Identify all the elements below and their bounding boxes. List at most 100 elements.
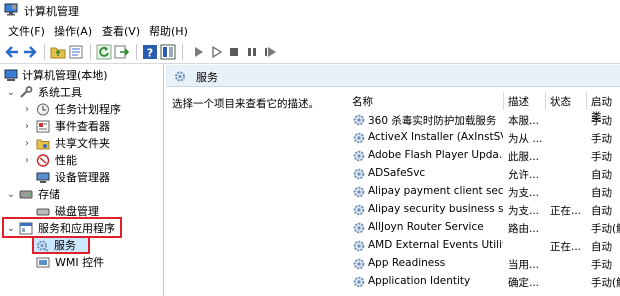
service-description: 确定... xyxy=(508,277,540,289)
export-icon[interactable] xyxy=(114,44,130,60)
service-gear-icon xyxy=(352,257,366,271)
tools-icon xyxy=(19,86,33,99)
menu-help[interactable]: 帮助(H) xyxy=(149,23,188,39)
column-header-status[interactable]: 状态 xyxy=(550,94,571,110)
chevron-down-icon[interactable]: ⌄ xyxy=(6,84,16,101)
menu-file[interactable]: 文件(F) xyxy=(8,23,45,39)
back-arrow-icon[interactable] xyxy=(4,44,20,60)
menu-action[interactable]: 操作(A) xyxy=(54,23,92,39)
service-row[interactable]: ADSafeSvc 允许... 自动 xyxy=(350,165,620,183)
tree-item-shared-folders[interactable]: › 共享文件夹 xyxy=(0,135,163,152)
service-name: AllJoyn Router Service xyxy=(368,221,484,233)
service-startup-type: 手动 xyxy=(591,259,612,271)
tree-label: 性能 xyxy=(55,154,77,167)
service-name: Alipay payment client sec... xyxy=(368,185,503,197)
service-row[interactable]: ActiveX Installer (AxInstSV) 为从 ... 手动 xyxy=(350,129,620,147)
service-name: Application Identity xyxy=(368,275,471,287)
service-name: ActiveX Installer (AxInstSV) xyxy=(368,131,503,143)
service-startup-type: 自动 xyxy=(591,241,612,253)
service-name: AMD External Events Utility xyxy=(368,239,503,251)
pane-title: 服务 xyxy=(196,71,218,84)
tree-item-event-viewer[interactable]: › 事件查看器 xyxy=(0,118,163,135)
service-row[interactable]: Application Identity 确定... 手动(触 xyxy=(350,273,620,291)
service-row[interactable]: App Readiness 当用... 手动 xyxy=(350,255,620,273)
service-gear-icon xyxy=(352,275,366,289)
tree-item-device-manager[interactable]: 设备管理器 xyxy=(0,169,163,186)
tree-label: 任务计划程序 xyxy=(55,103,121,116)
description-text: 选择一个项目来查看它的描述。 xyxy=(172,98,319,110)
service-row[interactable]: Alipay payment client sec... 为支... 自动 xyxy=(350,183,620,201)
tree-item-root[interactable]: 计算机管理(本地) xyxy=(0,67,163,84)
toolbar-separator xyxy=(182,44,183,60)
column-header-description[interactable]: 描述 xyxy=(508,94,529,110)
show-hide-icon[interactable] xyxy=(160,44,176,60)
service-gear-icon xyxy=(352,185,366,199)
column-divider[interactable] xyxy=(503,92,504,110)
service-startup-type: 手动(触 xyxy=(591,277,620,289)
chevron-right-icon[interactable]: › xyxy=(22,101,32,118)
menu-view[interactable]: 查看(V) xyxy=(102,23,140,39)
service-row[interactable]: AllJoyn Router Service 路由... 手动(触 xyxy=(350,219,620,237)
computer-management-icon xyxy=(4,3,18,16)
navigation-tree: 计算机管理(本地) ⌄ 系统工具 › 任务计划程序 › 事件查看器 › 共享文件… xyxy=(0,65,164,296)
column-divider[interactable] xyxy=(545,92,546,110)
service-name: App Readiness xyxy=(368,257,446,269)
service-description: 本服... xyxy=(508,115,540,127)
tree-label: 事件查看器 xyxy=(55,120,110,133)
chevron-right-icon[interactable]: › xyxy=(22,152,32,169)
column-divider[interactable] xyxy=(586,92,587,110)
chevron-right-icon[interactable]: › xyxy=(22,135,32,152)
service-row[interactable]: 360 杀毒实时防护加载服务 本服... 手动 xyxy=(350,111,620,129)
help-icon[interactable]: ? xyxy=(142,44,158,60)
service-startup-type: 手动 xyxy=(591,151,612,163)
service-row[interactable]: Adobe Flash Player Upda... 此服... 手动 xyxy=(350,147,620,165)
column-header-startup[interactable]: 启动类 xyxy=(591,94,620,123)
tree-label: 设备管理器 xyxy=(55,171,110,184)
service-description: 当用... xyxy=(508,259,540,271)
forward-arrow-icon[interactable] xyxy=(22,44,38,60)
menu-bar: 文件(F) 操作(A) 查看(V) 帮助(H) xyxy=(0,20,620,40)
service-startup-type: 自动 xyxy=(591,169,612,181)
service-name: Alipay security business s... xyxy=(368,203,503,215)
play-outline-icon[interactable] xyxy=(208,44,224,60)
service-gear-icon xyxy=(352,113,366,127)
column-header-name[interactable]: 名称 xyxy=(352,94,373,110)
services-gear-icon xyxy=(174,70,188,83)
tree-item-task-scheduler[interactable]: › 任务计划程序 xyxy=(0,101,163,118)
performance-icon xyxy=(36,154,50,167)
tree-item-performance[interactable]: › 性能 xyxy=(0,152,163,169)
service-row[interactable]: AMD External Events Utility 正在... 自动 xyxy=(350,237,620,255)
play-icon[interactable] xyxy=(190,44,206,60)
service-startup-type: 手动 xyxy=(591,115,612,127)
service-name: ADSafeSvc xyxy=(368,167,426,179)
tree-item-system-tools[interactable]: ⌄ 系统工具 xyxy=(0,84,163,101)
highlight-box xyxy=(32,236,90,254)
toolbar-separator xyxy=(44,44,45,60)
service-startup-type: 手动 xyxy=(591,133,612,145)
service-startup-type: 自动 xyxy=(591,205,612,217)
chevron-right-icon[interactable]: › xyxy=(22,118,32,135)
service-description: 路由... xyxy=(508,223,540,235)
clock-icon xyxy=(36,103,50,116)
service-description: 为支... xyxy=(508,187,540,199)
svg-text:?: ? xyxy=(147,47,153,60)
tree-item-wmi[interactable]: WMI 控件 xyxy=(0,254,163,271)
computer-management-icon xyxy=(4,69,18,82)
service-gear-icon xyxy=(352,239,366,253)
properties-icon[interactable] xyxy=(68,44,84,60)
toolbar-separator xyxy=(90,44,91,60)
service-row[interactable]: Alipay security business s... 为支... 正在... 自… xyxy=(350,201,620,219)
service-name: 360 杀毒实时防护加载服务 xyxy=(368,115,497,127)
refresh-icon[interactable] xyxy=(96,44,112,60)
service-gear-icon xyxy=(352,131,366,145)
service-gear-icon xyxy=(352,221,366,235)
stop-icon[interactable] xyxy=(226,44,242,60)
tree-label: 系统工具 xyxy=(38,86,82,99)
chevron-down-icon[interactable]: ⌄ xyxy=(6,186,16,203)
folder-up-icon[interactable] xyxy=(50,44,66,60)
service-startup-type: 手动(触 xyxy=(591,223,620,235)
pause-icon[interactable] xyxy=(244,44,260,60)
restart-icon[interactable] xyxy=(262,44,278,60)
service-description: 为支... xyxy=(508,205,540,217)
tree-item-storage[interactable]: ⌄ 存储 xyxy=(0,186,163,203)
